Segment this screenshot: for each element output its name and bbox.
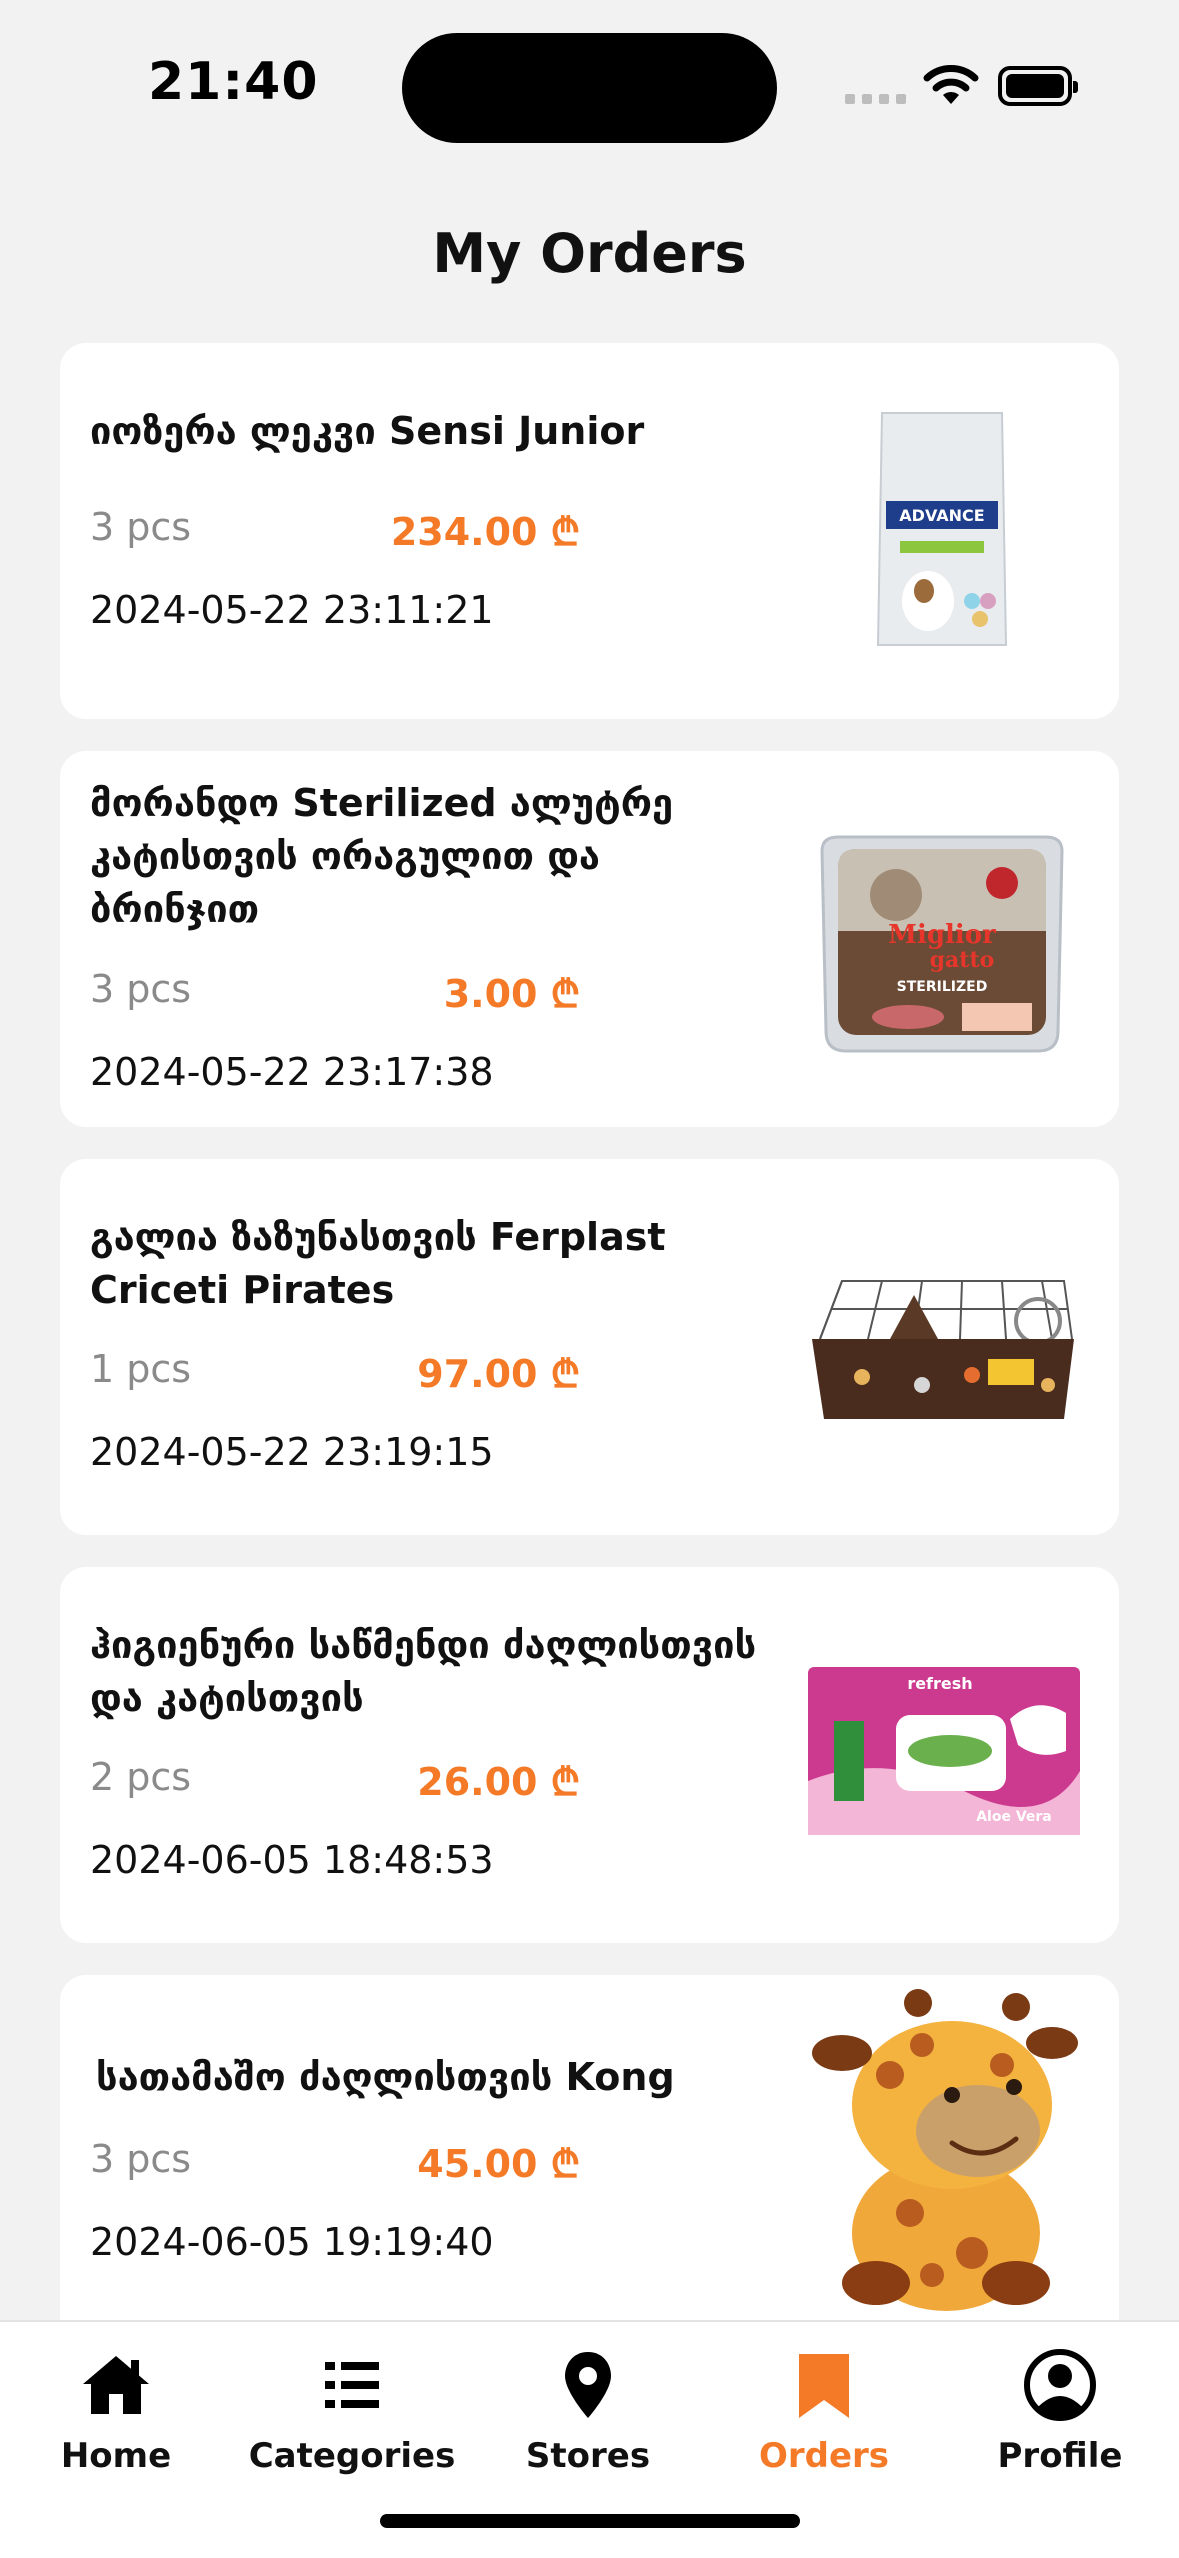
tab-home[interactable]: Home	[0, 2348, 234, 2488]
svg-text:gatto: gatto	[930, 947, 995, 973]
order-price: 3.00 ₾	[443, 972, 580, 1016]
order-product-name: მორანდო Sterilized ალუტრე კატისთვის ორაგ…	[90, 781, 674, 931]
tab-stores[interactable]: Stores	[470, 2348, 706, 2488]
order-quantity: 1 pcs	[90, 1347, 192, 1391]
order-product-name: გალია ზაზუნასთვის Ferplast Criceti Pirat…	[90, 1215, 666, 1312]
svg-text:ADVANCE: ADVANCE	[899, 506, 984, 525]
order-product-name: ჰიგიენური საწმენდი ძაღლისთვის და კატისთვ…	[90, 1623, 757, 1720]
cat-food-tray-image: Miglior gatto STERILIZED	[820, 835, 1064, 1053]
order-date: 2024-05-22 23:17:38	[90, 1050, 494, 1094]
hamster-cage-image	[812, 1280, 1074, 1419]
order-quantity: 3 pcs	[90, 505, 192, 549]
cellular-signal-icon	[845, 94, 906, 104]
order-price: 45.00 ₾	[417, 2142, 580, 2186]
order-product-name: იოზერა ლეკვი Sensi Junior	[90, 409, 645, 453]
svg-text:refresh: refresh	[907, 1674, 972, 1693]
svg-text:STERILIZED: STERILIZED	[897, 979, 988, 995]
location-pin-icon	[565, 2352, 611, 2418]
page-title: My Orders	[432, 222, 747, 285]
svg-text:Miglior: Miglior	[888, 920, 996, 950]
home-indicator[interactable]	[380, 2514, 800, 2528]
tab-categories-label: Categories	[248, 2436, 456, 2476]
giraffe-plush-toy-image	[812, 1989, 1078, 2311]
order-date: 2024-05-22 23:11:21	[90, 588, 494, 632]
list-icon	[325, 2362, 379, 2408]
dynamic-island	[402, 33, 777, 143]
wet-wipes-pack-image: refresh Aloe Vera	[808, 1667, 1080, 1835]
wifi-icon	[923, 65, 979, 104]
dog-food-bag-image: ADVANCE	[876, 412, 1008, 646]
tab-categories[interactable]: Categories	[234, 2348, 470, 2488]
order-card[interactable]: მორანდო Sterilized ალუტრე კატისთვის ორაგ…	[60, 751, 1119, 1127]
tab-orders[interactable]: Orders	[706, 2348, 942, 2488]
order-quantity: 2 pcs	[90, 1755, 192, 1799]
orders-list[interactable]: იოზერა ლეკვი Sensi Junior 3 pcs 234.00 ₾…	[60, 343, 1119, 2320]
order-card[interactable]: სათამაშო ძაღლისთვის Kong 3 pcs 45.00 ₾ 2…	[60, 1975, 1119, 2320]
tab-profile-label: Profile	[997, 2436, 1123, 2476]
order-card[interactable]: იოზერა ლეკვი Sensi Junior 3 pcs 234.00 ₾…	[60, 343, 1119, 719]
battery-icon	[998, 66, 1078, 106]
status-bar: 21:40	[0, 0, 1179, 170]
order-card[interactable]: ჰიგიენური საწმენდი ძაღლისთვის და კატისთვ…	[60, 1567, 1119, 1943]
order-quantity: 3 pcs	[90, 2137, 192, 2181]
order-date: 2024-06-05 18:48:53	[90, 1838, 494, 1882]
order-price: 97.00 ₾	[417, 1352, 580, 1396]
tab-profile[interactable]: Profile	[942, 2348, 1178, 2488]
order-price: 234.00 ₾	[390, 510, 580, 554]
home-icon	[83, 2356, 149, 2414]
svg-text:Aloe Vera: Aloe Vera	[976, 1809, 1052, 1825]
tab-orders-label: Orders	[758, 2436, 890, 2476]
tab-stores-label: Stores	[525, 2436, 651, 2476]
tab-home-label: Home	[60, 2436, 172, 2476]
order-card[interactable]: გალია ზაზუნასთვის Ferplast Criceti Pirat…	[60, 1159, 1119, 1535]
bookmark-icon	[799, 2354, 849, 2418]
order-price: 26.00 ₾	[417, 1760, 580, 1804]
status-time: 21:40	[148, 52, 319, 112]
order-quantity: 3 pcs	[90, 967, 192, 1011]
order-date: 2024-05-22 23:19:15	[90, 1430, 494, 1474]
order-date: 2024-06-05 19:19:40	[90, 2220, 494, 2264]
profile-icon	[1024, 2349, 1096, 2421]
order-product-name: სათამაშო ძაღლისთვის Kong	[96, 2055, 675, 2099]
